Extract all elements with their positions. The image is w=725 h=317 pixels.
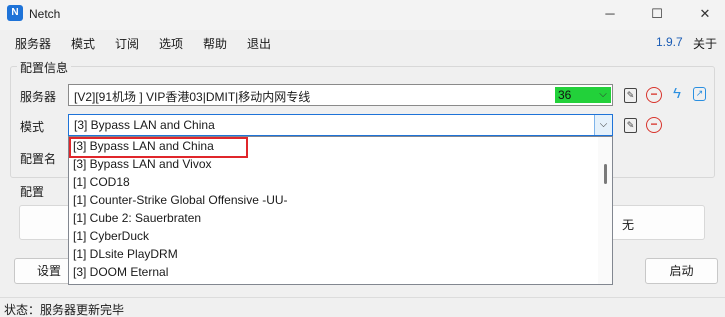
menu-modes[interactable]: 模式 xyxy=(71,35,95,52)
dropdown-scrollbar[interactable] xyxy=(598,137,612,284)
netch-logo-icon: N xyxy=(7,5,23,21)
chevron-down-icon[interactable]: ⌵ xyxy=(594,85,612,105)
chevron-down-icon[interactable]: ⌵ xyxy=(594,115,612,135)
window-title: Netch xyxy=(29,7,61,21)
mode-option[interactable]: [3] DOOM Eternal xyxy=(73,265,168,283)
delete-server-icon[interactable]: − xyxy=(646,87,662,103)
start-button[interactable]: 启动 xyxy=(645,258,718,284)
delete-mode-icon[interactable]: − xyxy=(646,117,662,133)
status-bar: 状态：服务器更新完毕 xyxy=(0,297,725,317)
menu-servers[interactable]: 服务器 xyxy=(15,35,51,52)
menu-options[interactable]: 选项 xyxy=(159,35,183,52)
mode-option[interactable]: [1] Cube 2: Sauerbraten xyxy=(73,211,201,229)
config-info-title: 配置信息 xyxy=(17,59,72,76)
server-select[interactable]: [V2][91机场 ] VIP香港03|DMIT|移动内网专线 36 ⌵ xyxy=(68,84,613,106)
selected-option-highlight xyxy=(69,137,248,158)
edit-mode-icon[interactable]: ✎ xyxy=(624,118,637,133)
speed-test-icon[interactable]: ϟ xyxy=(669,86,685,102)
scrollbar-thumb[interactable] xyxy=(604,164,607,184)
profile-slot-none[interactable]: 无 xyxy=(622,216,634,233)
menu-bar: 服务器 模式 订阅 选项 帮助 退出 1.9.7 关于 xyxy=(0,30,725,54)
mode-value: [3] Bypass LAN and China xyxy=(74,118,215,132)
title-bar: N Netch ─ ☐ ✕ xyxy=(0,0,725,30)
mode-option[interactable]: [1] Counter-Strike Global Offensive -UU- xyxy=(73,193,288,211)
mode-label: 模式 xyxy=(20,120,45,134)
mode-option[interactable]: [1] COD18 xyxy=(73,175,130,193)
menu-help[interactable]: 帮助 xyxy=(203,35,227,52)
maximize-button[interactable]: ☐ xyxy=(647,5,667,23)
server-label: 服务器 xyxy=(20,90,57,104)
close-button[interactable]: ✕ xyxy=(695,5,715,23)
copy-link-icon[interactable]: ↗ xyxy=(693,87,706,101)
edit-server-icon[interactable]: ✎ xyxy=(624,88,637,103)
mode-option[interactable]: [3] Bypass LAN and Vivox xyxy=(73,157,212,175)
mode-dropdown-list[interactable]: [3] Bypass LAN and China [3] Bypass LAN … xyxy=(68,136,613,285)
mode-option[interactable]: [1] CyberDuck xyxy=(73,229,149,247)
mode-option[interactable]: [1] DLsite PlayDRM xyxy=(73,247,178,265)
menu-exit[interactable]: 退出 xyxy=(247,35,271,52)
profiles-title: 配置 xyxy=(17,183,48,200)
server-value: [V2][91机场 ] VIP香港03|DMIT|移动内网专线 xyxy=(74,90,311,104)
status-text: 状态：服务器更新完毕 xyxy=(4,303,125,317)
mode-select[interactable]: [3] Bypass LAN and China ⌵ xyxy=(68,114,613,136)
minimize-button[interactable]: ─ xyxy=(600,5,620,23)
menu-subscription[interactable]: 订阅 xyxy=(115,35,139,52)
version-link[interactable]: 1.9.7 xyxy=(656,35,683,49)
menu-about[interactable]: 关于 xyxy=(693,35,717,52)
profile-name-label: 配置名 xyxy=(20,152,57,166)
